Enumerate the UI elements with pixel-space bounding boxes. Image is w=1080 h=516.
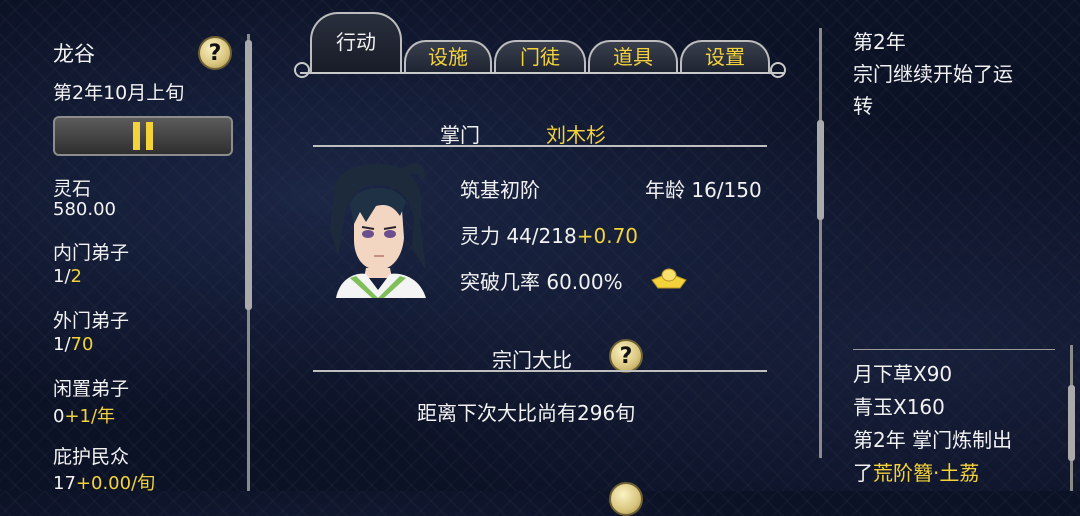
tab-facilities[interactable]: 设施 xyxy=(404,40,492,72)
tab-disciples[interactable]: 门徒 xyxy=(494,40,586,72)
log-top-line-3: 转 xyxy=(853,94,873,118)
tab-action[interactable]: 行动 xyxy=(310,12,402,72)
stat-label-sheltered-people: 庇护民众 xyxy=(53,446,130,468)
leader-breakthrough-value: 60.00% xyxy=(546,270,623,294)
gold-ingot-icon[interactable] xyxy=(650,266,688,292)
tournament-countdown: 距离下次大比尚有296旬 xyxy=(417,401,636,425)
next-section-help-button[interactable] xyxy=(609,482,643,516)
tab-bar-right-ornament xyxy=(770,62,786,78)
log-bottom-line-1: 月下草X90 xyxy=(853,362,953,386)
left-scrollbar-thumb[interactable] xyxy=(245,40,252,310)
leader-portrait xyxy=(330,163,426,298)
stat-value-inner-disciples: 1/2 xyxy=(53,266,82,287)
leader-spirit-rate: +0.70 xyxy=(576,224,639,248)
leader-spirit: 灵力 44/218+0.70 xyxy=(460,220,638,249)
left-status-panel: 龙谷 ? 第2年10月上旬 灵石 580.00 内门弟子 1/2 外门弟子 1/… xyxy=(0,0,260,494)
tab-baseline xyxy=(300,72,784,74)
tab-settings[interactable]: 设置 xyxy=(680,40,770,72)
leader-breakthrough: 突破几率 60.00% xyxy=(460,266,623,295)
stat-label-idle-disciples: 闲置弟子 xyxy=(53,378,130,400)
log-bottom-line-3: 第2年 掌门炼制出 xyxy=(853,428,1013,452)
log-bottom-line-4: 了荒阶簪·土荔 xyxy=(853,461,980,485)
stat-value-sheltered-people: 17+0.00/旬 xyxy=(53,473,156,494)
stat-label-outer-disciples: 外门弟子 xyxy=(53,310,130,332)
tournament-separator xyxy=(313,370,767,372)
question-mark-icon: ? xyxy=(208,40,222,66)
tournament-help-button[interactable]: ? xyxy=(609,339,643,373)
stat-value-spirit-stones: 580.00 xyxy=(53,199,116,220)
tab-items[interactable]: 道具 xyxy=(588,40,678,72)
question-mark-icon: ? xyxy=(619,343,633,369)
leader-breakthrough-label: 突破几率 xyxy=(460,270,540,294)
log-top-line-1: 第2年 xyxy=(853,30,906,54)
leader-spirit-value: 44/218 xyxy=(506,224,577,248)
leader-separator xyxy=(313,145,767,147)
center-scrollbar-track[interactable] xyxy=(819,28,822,458)
leader-age-value: 16/150 xyxy=(691,178,762,202)
stat-value-idle-disciples: 0+1/年 xyxy=(53,406,116,427)
pause-icon xyxy=(130,122,156,150)
stat-label-spirit-stones: 灵石 xyxy=(53,178,92,200)
location-name: 龙谷 xyxy=(53,42,95,66)
pause-button[interactable] xyxy=(53,116,233,156)
tournament-title: 宗门大比 xyxy=(492,348,572,372)
leader-spirit-label: 灵力 xyxy=(460,224,500,248)
leader-name: 刘木杉 xyxy=(546,123,606,147)
leader-title-label: 掌门 xyxy=(440,123,480,147)
log-scrollbar-thumb[interactable] xyxy=(1068,385,1075,461)
leader-age-label: 年龄 xyxy=(645,178,685,202)
stat-label-inner-disciples: 内门弟子 xyxy=(53,242,130,264)
leader-age: 年龄 16/150 xyxy=(645,174,762,203)
tab-bar-left-ornament xyxy=(294,62,310,78)
game-date: 第2年10月上旬 xyxy=(53,82,185,104)
stat-value-outer-disciples: 1/70 xyxy=(53,334,94,355)
location-help-button[interactable]: ? xyxy=(198,36,232,70)
center-scrollbar-thumb[interactable] xyxy=(817,120,824,220)
log-bottom-line-2: 青玉X160 xyxy=(853,395,945,419)
log-bottom-separator xyxy=(853,349,1055,350)
log-top-line-2: 宗门继续开始了运 xyxy=(853,62,1013,86)
leader-realm: 筑基初阶 xyxy=(460,178,540,202)
